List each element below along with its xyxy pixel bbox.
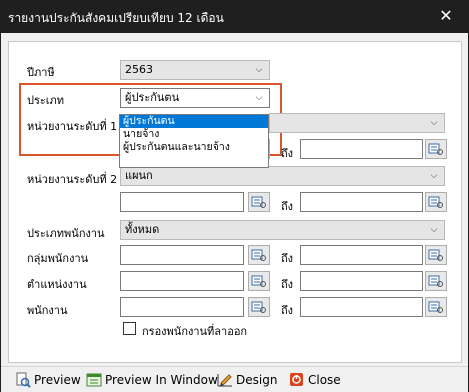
unit-level1-label: หน่วยงานระดับที่ 1: [27, 120, 118, 133]
close-label: Close: [308, 373, 341, 387]
employee-from-lookup-button[interactable]: [248, 297, 270, 317]
employee-type-select[interactable]: ทั้งหมด ⌵: [120, 220, 445, 240]
chevron-down-icon: ⌵: [430, 225, 438, 235]
close-icon: [290, 373, 303, 386]
unit-level2-to-input[interactable]: [300, 192, 423, 212]
type-dropdown-list: ผู้ประกันตน นายจ้าง ผู้ประกันตนและนายจ้า…: [119, 114, 269, 168]
employee-group-to-lookup-button[interactable]: [425, 245, 447, 265]
unit-level1-to-lookup-button[interactable]: [425, 139, 447, 159]
magnifier-document-icon: [16, 372, 31, 388]
employee-to-input[interactable]: [300, 297, 423, 317]
position-to-lookup-button[interactable]: [425, 271, 447, 291]
window-icon: [86, 373, 102, 387]
title-bar: รายงานประกันสังคมเปรียบเทียบ 12 เดือน ✕: [0, 0, 469, 33]
unit-level1-to-label: ถึง: [281, 147, 294, 160]
preview-in-window-label: Preview In Window: [105, 373, 218, 387]
chevron-down-icon: ⌵: [255, 65, 263, 75]
design-pencil-icon: [217, 374, 232, 387]
unit-level2-value: แผนก: [125, 169, 153, 182]
position-label: ตำแหน่งงาน: [27, 278, 87, 291]
lookup-icon: [428, 249, 443, 261]
report-toolbar: Preview Preview In Window Design Close: [1, 366, 468, 392]
employee-type-label: ประเภทพนักงาน: [27, 227, 105, 240]
position-from-input[interactable]: [120, 271, 244, 291]
unit-level2-to-label: ถึง: [281, 200, 294, 213]
employee-to-lookup-button[interactable]: [425, 297, 447, 317]
design-label: Design: [236, 373, 278, 387]
employee-type-value: ทั้งหมด: [125, 223, 160, 236]
type-option[interactable]: นายจ้าง: [120, 128, 268, 141]
lookup-icon: [428, 196, 443, 208]
unit-level2-from-input[interactable]: [120, 192, 244, 212]
position-from-lookup-button[interactable]: [248, 271, 270, 291]
employee-from-input[interactable]: [120, 297, 244, 317]
window-close-button[interactable]: ✕: [423, 0, 469, 33]
design-button[interactable]: Design: [217, 371, 277, 389]
employee-group-to-label: ถึง: [281, 252, 294, 265]
lookup-icon: [251, 301, 266, 313]
employee-group-label: กลุ่มพนักงาน: [27, 252, 89, 265]
employee-group-to-input[interactable]: [300, 245, 423, 265]
filter-resigned-label: กรองพนักงานที่ลาออก: [142, 325, 248, 338]
employee-to-label: ถึง: [281, 304, 294, 317]
chevron-down-icon: ⌵: [430, 118, 438, 128]
type-option[interactable]: ผู้ประกันตนและนายจ้าง: [120, 141, 268, 154]
tax-year-value: 2563: [125, 63, 153, 76]
lookup-icon: [428, 275, 443, 287]
position-to-input[interactable]: [300, 271, 423, 291]
unit-level2-to-lookup-button[interactable]: [425, 192, 447, 212]
chevron-down-icon: ⌵: [430, 171, 438, 181]
unit-level1-to-input[interactable]: [300, 139, 423, 159]
lookup-icon: [251, 196, 266, 208]
employee-group-from-lookup-button[interactable]: [248, 245, 270, 265]
type-option[interactable]: ผู้ประกันตน: [120, 115, 268, 128]
preview-label: Preview: [34, 373, 81, 387]
lookup-icon: [428, 301, 443, 313]
preview-in-window-button[interactable]: Preview In Window: [86, 371, 218, 389]
tax-year-select[interactable]: 2563 ⌵: [120, 60, 270, 80]
preview-button[interactable]: Preview: [15, 371, 81, 389]
employee-label: พนักงาน: [27, 304, 68, 317]
dialog-body: ปีภาษี 2563 ⌵ ประเภท ผู้ประกันตน ⌵ ผู้ปร…: [0, 33, 469, 392]
unit-level1-select[interactable]: ⌵: [269, 113, 445, 133]
filter-resigned-checkbox[interactable]: [123, 322, 136, 335]
lookup-icon: [251, 275, 266, 287]
close-button[interactable]: Close: [289, 371, 341, 389]
unit-level2-label: หน่วยงานระดับที่ 2: [27, 173, 118, 186]
lookup-icon: [251, 249, 266, 261]
position-to-label: ถึง: [281, 278, 294, 291]
employee-group-from-input[interactable]: [120, 245, 244, 265]
window-title: รายงานประกันสังคมเปรียบเทียบ 12 เดือน: [8, 11, 224, 25]
unit-level2-select[interactable]: แผนก ⌵: [120, 166, 445, 186]
tax-year-label: ปีภาษี: [27, 66, 55, 79]
lookup-icon: [428, 143, 443, 155]
unit-level2-from-lookup-button[interactable]: [248, 192, 270, 212]
